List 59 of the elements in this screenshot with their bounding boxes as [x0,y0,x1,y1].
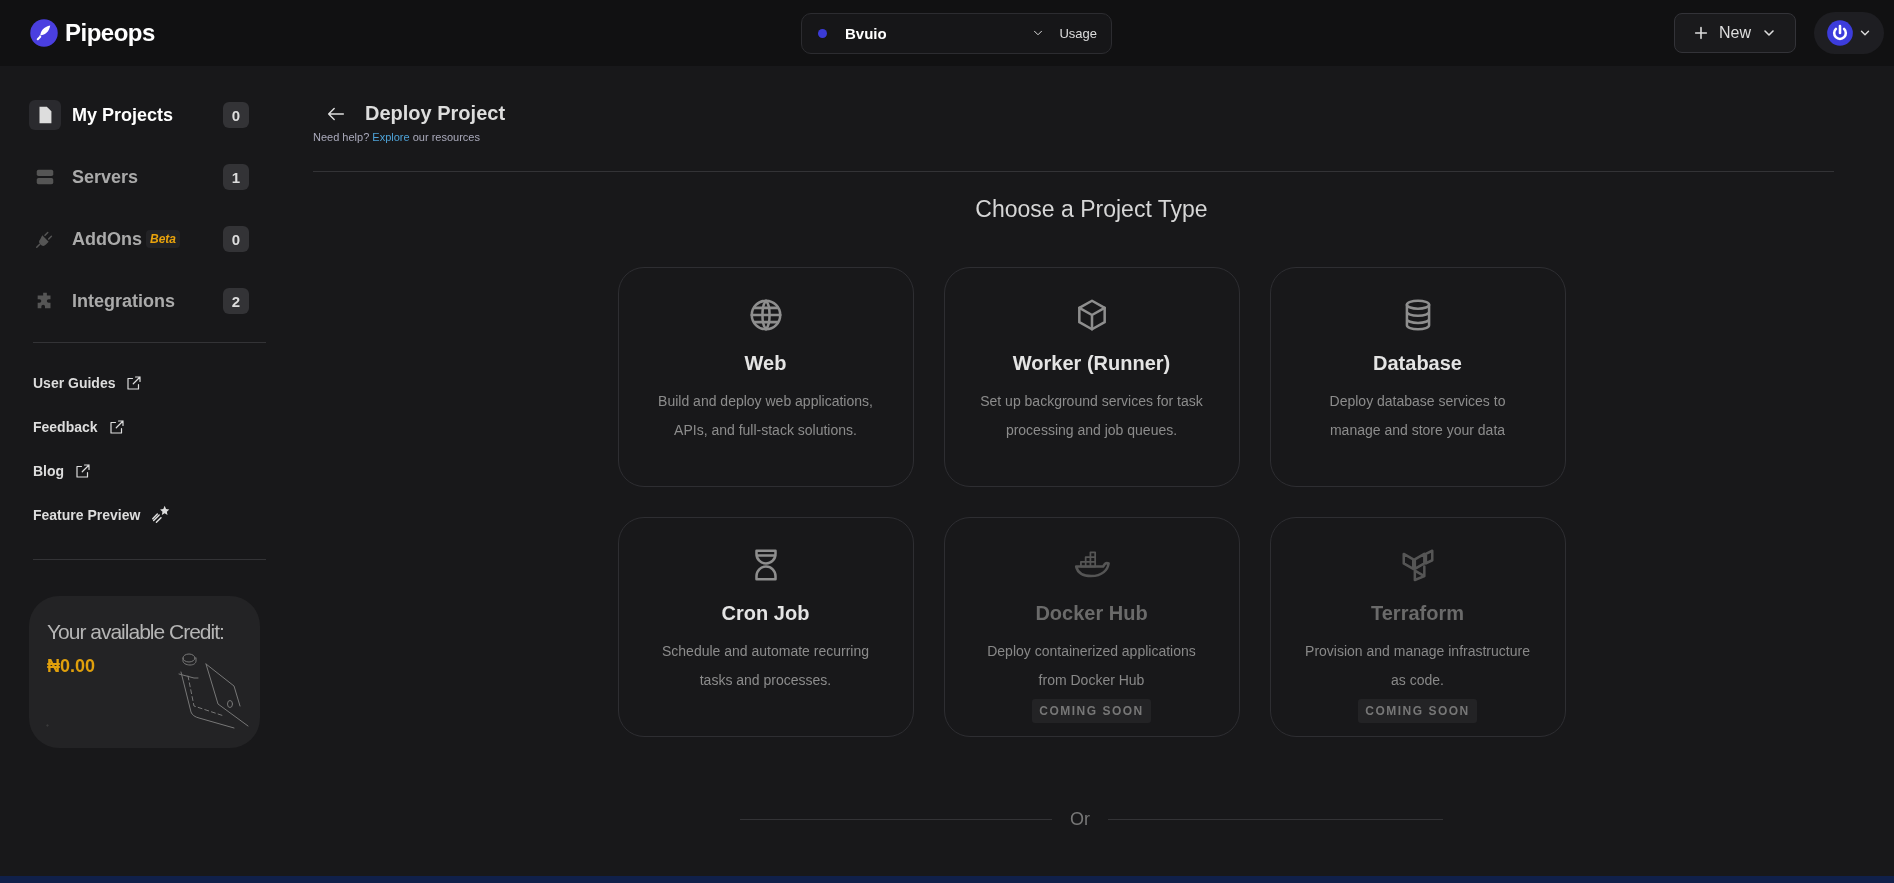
count-badge: 0 [223,102,249,128]
project-type-card[interactable]: Database Deploy database services to manage and store your data [1269,267,1566,487]
coming-soon-badge: COMING SOON [1032,699,1151,723]
nav-label: AddOns [72,228,142,250]
card-description: Build and deploy web applications, APIs, and full-stack solutions. [657,392,874,440]
section-heading: Choose a Project Type [975,196,1208,223]
brand-name: Pipeops [65,19,155,47]
explore-link[interactable]: Explore [372,131,410,143]
page-title: Deploy Project [365,102,506,125]
nav-label: My Projects [72,104,174,126]
card-description: Deploy containerized applications from Docker Hub [986,642,1197,690]
external-link-icon [107,418,126,436]
workspace-dot [818,28,827,38]
sidebar-nav-item[interactable]: My Projects 0 [29,84,249,146]
link-label: Feedback [33,419,98,435]
card-title: Cron Job [721,602,810,625]
card-title: Terraform [1371,602,1464,625]
card-title: Web [744,352,787,375]
help-text: Need help? Explore our resources [313,131,481,143]
link-label: Blog [33,463,65,479]
rocket-logo-icon [29,18,59,48]
workspace-name: Bvuio [844,24,888,42]
project-type-card[interactable]: Cron Job Schedule and automate recurring tasks and processes. [617,517,914,737]
new-button[interactable]: New [1674,13,1796,53]
card-title: Database [1373,352,1462,375]
divider-label: Or [1070,809,1090,830]
sidebar-link[interactable]: User Guides [33,361,266,405]
workspace-selector[interactable]: Bvuio Usage [801,12,1112,54]
count-badge: 2 [223,288,249,314]
link-label: User Guides [33,375,116,391]
count-badge: 1 [223,164,249,190]
account-menu-button[interactable] [1814,12,1884,54]
sidebar-nav-item[interactable]: Servers 1 [29,146,249,208]
external-link-icon [125,374,144,392]
card-description: Schedule and automate recurring tasks and processes. [661,642,870,690]
external-link-icon [74,462,93,480]
beta-badge: Beta [146,230,180,248]
card-title: Docker Hub [1035,602,1148,625]
sidebar-nav-item[interactable]: AddOns Beta 0 [29,208,249,270]
card-description: Deploy database services to manage and store your data [1328,392,1507,440]
credit-title: Your available Credit: [47,620,225,644]
nav-label: Integrations [72,290,175,312]
sidebar-nav-item[interactable]: Integrations 2 [29,270,249,332]
coming-soon-badge: COMING SOON [1358,699,1477,723]
sidebar-link[interactable]: Blog [33,449,266,493]
card-description: Provision and manage infrastructure as code. [1304,642,1531,690]
count-badge: 0 [223,226,249,252]
credit-amount: ₦0.00 [47,656,97,677]
link-label: Feature Preview [33,507,141,523]
sidebar-link[interactable]: Feature Preview [33,493,266,537]
sidebar-link[interactable]: Feedback [33,405,266,449]
usage-button[interactable]: Usage [1055,22,1101,44]
nav-label: Servers [72,166,139,188]
card-title: Worker (Runner) [1012,352,1171,375]
plus-icon [1693,25,1709,41]
project-type-card[interactable]: Web Build and deploy web applications, APIs, and full-stack solutions. [617,267,914,487]
card-description: Set up background services for task processing and job queues. [979,392,1204,440]
project-type-card[interactable]: Worker (Runner) Set up background services for task processing and job queues. [943,267,1240,487]
power-avatar-icon [1826,19,1854,47]
